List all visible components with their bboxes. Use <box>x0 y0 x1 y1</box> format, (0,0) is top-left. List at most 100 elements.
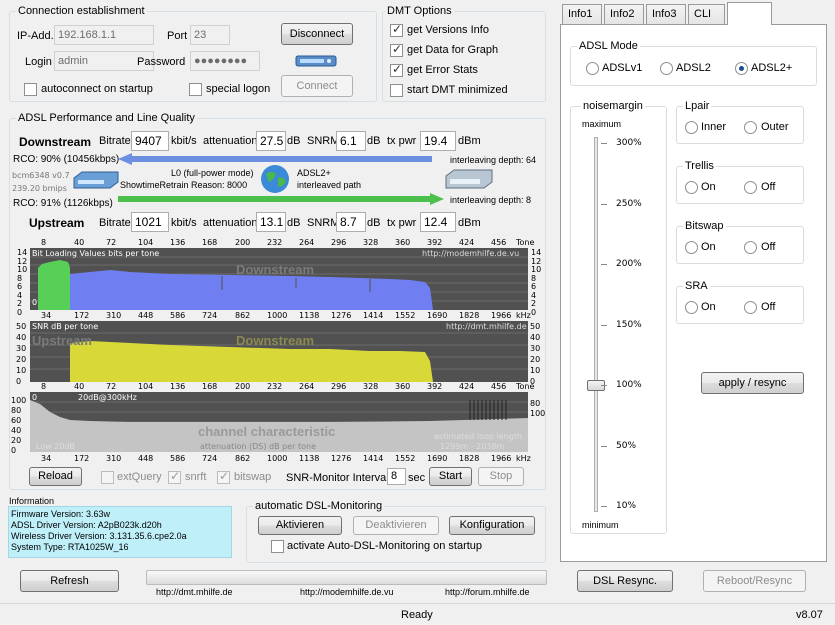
dsl-resync-button[interactable]: DSL Resync. <box>577 570 673 592</box>
tone-tick: 424 <box>459 382 475 391</box>
tone-tick: 392 <box>427 238 443 247</box>
lpair-option-a-radio[interactable] <box>685 121 698 134</box>
snrft-checkbox[interactable] <box>168 469 181 484</box>
link-dmt[interactable]: http://dmt.mhilfe.de <box>156 587 233 597</box>
up-att-unit: dB <box>287 217 301 229</box>
password-field[interactable]: ●●●●●●●● <box>190 51 260 71</box>
khz-tick: 1138 <box>299 311 320 320</box>
snr-ytick: 50 <box>16 322 27 331</box>
up-snrm-field: 8.7 <box>336 212 366 232</box>
upstream-arrow <box>118 193 444 205</box>
start-button[interactable]: Start <box>429 467 472 486</box>
khz-tick: 1828 <box>459 454 480 463</box>
khz-tick: 586 <box>170 454 186 463</box>
activate-button[interactable]: Aktivieren <box>258 516 342 535</box>
special-logon-checkbox[interactable] <box>189 83 202 96</box>
adsl-mode-label: ADSLv1 <box>602 62 643 74</box>
dmt-option-label: get Data for Graph <box>407 44 499 56</box>
khz-tick: 448 <box>138 454 154 463</box>
chan-ytick: 0 <box>11 446 17 455</box>
tone-tick: 328 <box>363 382 379 391</box>
refresh-button[interactable]: Refresh <box>20 570 119 592</box>
info-line: Firmware Version: 3.63w <box>11 509 111 519</box>
trellis-option-a-radio[interactable] <box>685 181 698 194</box>
tab-info1[interactable]: Info1 <box>562 4 602 24</box>
disconnect-button[interactable]: Disconnect <box>281 23 353 45</box>
dmt-option-checkbox[interactable] <box>390 84 403 97</box>
adsl-mode-radio[interactable] <box>735 62 748 75</box>
link-forum[interactable]: http://forum.mhilfe.de <box>445 587 530 597</box>
dmt-option-checkbox[interactable] <box>390 22 403 37</box>
port-field[interactable]: 23 <box>190 25 230 45</box>
link-modemhilfe[interactable]: http://modemhilfe.de.vu <box>300 587 394 597</box>
tone-tick: Tone <box>516 238 535 247</box>
khz-tick: kHz <box>516 311 531 320</box>
downstream-label: Downstream <box>19 135 92 149</box>
tab-active[interactable] <box>727 2 772 25</box>
bitswap-option-a-radio[interactable] <box>685 241 698 254</box>
down-attenuation-field: 27.5 <box>256 131 286 151</box>
modem-rate: 239.20 bmips <box>12 184 67 193</box>
snr-ytick: 40 <box>16 333 27 342</box>
modem-fw: bcm6348 v0.7 <box>12 171 70 180</box>
chan-ytick: 100 <box>11 396 27 405</box>
chan-watermark: channel characteristic <box>198 424 336 439</box>
snr-ytick: 30 <box>16 344 27 353</box>
up-attenuation-field: 13.1 <box>256 212 286 232</box>
apply-resync-button[interactable]: apply / resync <box>701 372 804 394</box>
sra-option-b-radio[interactable] <box>744 301 757 314</box>
tab-info2[interactable]: Info2 <box>604 4 644 24</box>
bitload-watermark: Downstream <box>236 262 315 277</box>
snr-title: SNR dB per tone <box>32 322 99 331</box>
dmt-option-checkbox[interactable] <box>390 42 403 57</box>
lpair-option-b-radio[interactable] <box>744 121 757 134</box>
down-txpwr-field: 19.4 <box>420 131 456 151</box>
adsl-mode-radio[interactable] <box>586 62 599 75</box>
noisemargin-title: noisemargin <box>581 100 645 112</box>
lpair-option-b-label: Outer <box>761 121 789 133</box>
sra-option-a-label: On <box>701 301 716 313</box>
chan-ytick: 60 <box>11 416 22 425</box>
reload-button[interactable]: Reload <box>29 467 82 486</box>
slider-tick-mark <box>601 506 607 507</box>
progress-bar <box>146 570 547 585</box>
extquery-checkbox[interactable] <box>101 471 114 484</box>
version-text: v8.07 <box>796 609 823 621</box>
status-text: Ready <box>401 609 433 621</box>
config-button[interactable]: Konfiguration <box>449 516 535 535</box>
ip-field[interactable]: 192.168.1.1 <box>54 25 154 45</box>
snr-interval-field[interactable]: 8 <box>387 468 406 485</box>
reboot-button[interactable]: Reboot/Resync <box>703 570 806 592</box>
router-icon <box>72 168 122 192</box>
bitswap-option-b-label: Off <box>761 241 776 253</box>
tone-tick: 296 <box>331 238 347 247</box>
autoconnect-checkbox[interactable] <box>24 83 37 96</box>
deactivate-button[interactable]: Deaktivieren <box>353 516 439 535</box>
bitswap-option-b-radio[interactable] <box>744 241 757 254</box>
bitswap-checkbox[interactable] <box>217 469 230 484</box>
dmt-option-label: start DMT minimized <box>407 84 508 96</box>
tone-tick: 456 <box>491 382 507 391</box>
sra-title: SRA <box>683 280 710 292</box>
channel-graph: 0 20dB@300kHz channel characteristic att… <box>30 392 528 452</box>
khz-tick: kHz <box>516 454 531 463</box>
tone-tick: 264 <box>299 382 315 391</box>
up-bitrate-label: Bitrate <box>99 217 131 229</box>
tone-tick: 264 <box>299 238 315 247</box>
sra-option-a-radio[interactable] <box>685 301 698 314</box>
adsl-mode-radio[interactable] <box>660 62 673 75</box>
tone-tick: 424 <box>459 238 475 247</box>
stop-button[interactable]: Stop <box>478 467 524 486</box>
down-kbits-unit: kbit/s <box>171 135 197 147</box>
slider-tick: 10% <box>616 501 637 511</box>
tone-tick: 200 <box>235 382 251 391</box>
lpair-title: Lpair <box>683 100 712 112</box>
trellis-option-b-radio[interactable] <box>744 181 757 194</box>
tone-tick: 104 <box>138 238 154 247</box>
connect-button[interactable]: Connect <box>281 75 353 97</box>
tab-cli[interactable]: CLI <box>688 4 725 24</box>
monitoring-startup-checkbox[interactable] <box>271 540 284 553</box>
dmt-option-checkbox[interactable] <box>390 62 403 77</box>
tab-info3[interactable]: Info3 <box>646 4 686 24</box>
snr-ytick: 30 <box>530 344 541 353</box>
